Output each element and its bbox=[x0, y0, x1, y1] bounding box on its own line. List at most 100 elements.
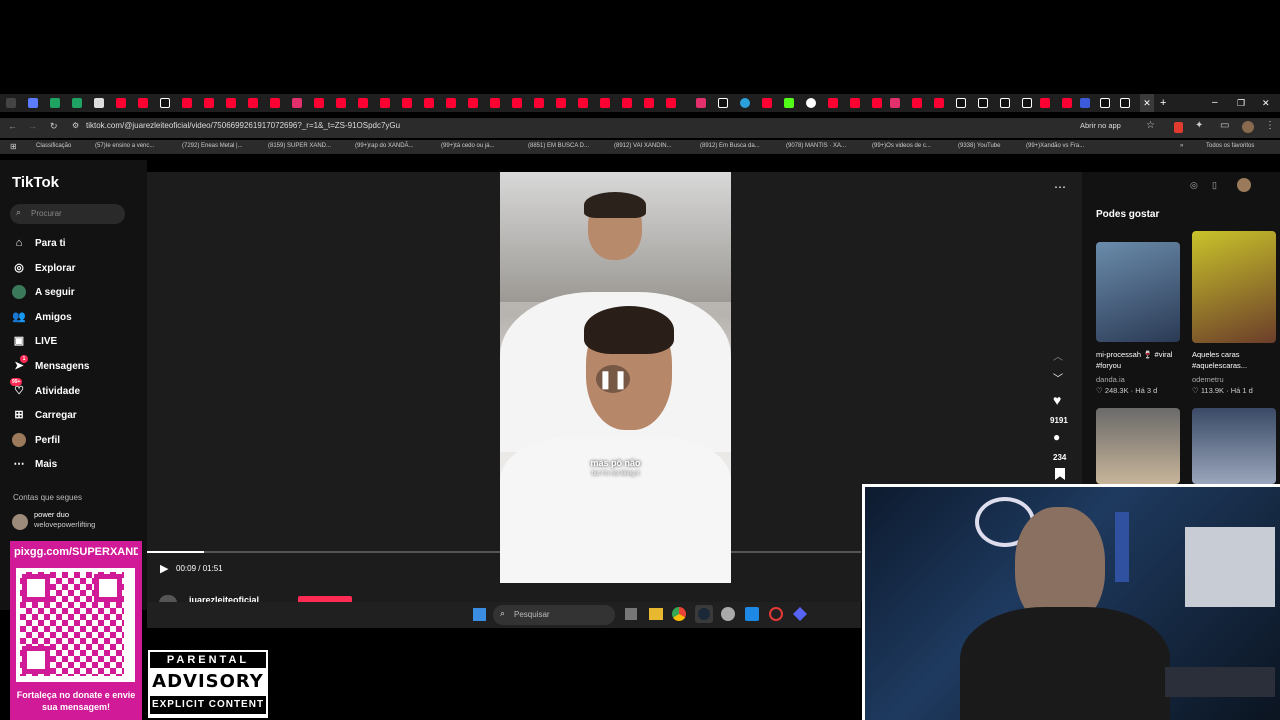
youtube-tab-icon[interactable] bbox=[204, 98, 214, 108]
bookmark-item[interactable]: (9078) MANTIS · XA... bbox=[786, 143, 846, 149]
nav-more[interactable]: ⋯ Mais bbox=[12, 457, 58, 471]
suggestion-author[interactable]: odemetru bbox=[1192, 375, 1224, 384]
comment-icon[interactable]: ● bbox=[1053, 430, 1060, 444]
youtube-tab-icon[interactable] bbox=[116, 98, 126, 108]
youtube-tab-icon[interactable] bbox=[622, 98, 632, 108]
youtube-tab-icon[interactable] bbox=[314, 98, 324, 108]
tab-favicon[interactable] bbox=[72, 98, 82, 108]
nav-live[interactable]: ▣ LIVE bbox=[12, 334, 57, 348]
obs-icon[interactable] bbox=[769, 607, 783, 621]
nav-upload[interactable]: ⊞ Carregar bbox=[12, 408, 76, 422]
phone-icon[interactable]: ▯ bbox=[1212, 180, 1217, 191]
google-tab-icon[interactable] bbox=[806, 98, 816, 108]
search-box[interactable]: ⌕ Procurar bbox=[10, 204, 125, 224]
tiktok-tab-icon[interactable] bbox=[718, 98, 728, 108]
windows-start-icon[interactable] bbox=[473, 608, 486, 621]
minimize-icon[interactable]: – bbox=[1212, 94, 1218, 112]
tiktok-tab-icon[interactable] bbox=[1120, 98, 1130, 108]
settings-gear-icon[interactable] bbox=[721, 607, 735, 621]
youtube-tab-icon[interactable] bbox=[762, 98, 772, 108]
bookmark-item[interactable]: (8912) VAI XANDIN... bbox=[614, 143, 672, 149]
youtube-tab-icon[interactable] bbox=[578, 98, 588, 108]
url-field[interactable]: tiktok.com/@juarezleiteoficial/video/750… bbox=[86, 121, 400, 130]
forward-icon[interactable]: → bbox=[28, 121, 37, 131]
bookmark-item[interactable]: (8851) EM BUSCA D... bbox=[528, 143, 589, 149]
suggestion-thumbnail[interactable] bbox=[1096, 408, 1180, 484]
suggestion-title[interactable]: Aqueles caras #aquelescaras... bbox=[1192, 349, 1276, 371]
youtube-tab-icon[interactable] bbox=[534, 98, 544, 108]
nav-for-you[interactable]: ⌂ Para ti bbox=[12, 236, 66, 250]
sidebar-icon[interactable]: ▭ bbox=[1220, 120, 1229, 131]
tab-favicon[interactable] bbox=[1080, 98, 1090, 108]
bookmark-item[interactable]: (99+)Os videos de c... bbox=[872, 143, 931, 149]
youtube-tab-icon[interactable] bbox=[644, 98, 654, 108]
user-avatar[interactable] bbox=[1237, 178, 1251, 192]
bookmark-item[interactable]: (99+)Xandão vs Fra... bbox=[1026, 143, 1084, 149]
compass-icon[interactable]: ◎ bbox=[1190, 180, 1198, 191]
like-heart-icon[interactable]: ♥ bbox=[1053, 392, 1061, 408]
youtube-tab-icon[interactable] bbox=[248, 98, 258, 108]
youtube-tab-icon[interactable] bbox=[934, 98, 944, 108]
suggestion-author[interactable]: danda.ia bbox=[1096, 375, 1125, 384]
menu-icon[interactable]: ⋮ bbox=[1265, 120, 1275, 131]
nav-following[interactable]: A seguir bbox=[12, 285, 75, 299]
youtube-tab-icon[interactable] bbox=[828, 98, 838, 108]
task-view-icon[interactable] bbox=[625, 608, 637, 620]
file-explorer-icon[interactable] bbox=[649, 608, 663, 620]
youtube-tab-icon[interactable] bbox=[468, 98, 478, 108]
nav-explore[interactable]: ◎ Explorar bbox=[12, 261, 75, 275]
tiktok-tab-icon[interactable] bbox=[978, 98, 988, 108]
chrome-icon[interactable] bbox=[672, 607, 686, 621]
restore-icon[interactable]: ❐ bbox=[1237, 94, 1245, 112]
youtube-tab-icon[interactable] bbox=[446, 98, 456, 108]
youtube-tab-icon[interactable] bbox=[270, 98, 280, 108]
bookmark-icon[interactable] bbox=[1055, 468, 1065, 480]
youtube-tab-icon[interactable] bbox=[226, 98, 236, 108]
previous-video-icon[interactable]: ︿ bbox=[1053, 348, 1063, 363]
steam-icon-active[interactable] bbox=[695, 605, 713, 623]
youtube-tab-icon[interactable] bbox=[912, 98, 922, 108]
tiktok-tab-icon[interactable] bbox=[956, 98, 966, 108]
youtube-tab-icon[interactable] bbox=[336, 98, 346, 108]
bookmark-item[interactable]: (99+)tá cedo ou já... bbox=[441, 143, 495, 149]
tab-favicon[interactable] bbox=[50, 98, 60, 108]
bookmark-star-icon[interactable]: ☆ bbox=[1146, 120, 1155, 131]
instagram-tab-icon[interactable] bbox=[890, 98, 900, 108]
youtube-tab-icon[interactable] bbox=[424, 98, 434, 108]
suggestion-thumbnail[interactable] bbox=[1192, 231, 1276, 343]
all-favorites-folder[interactable]: Todos os favoritos bbox=[1206, 143, 1254, 149]
youtube-tab-icon[interactable] bbox=[872, 98, 882, 108]
tab-favicon[interactable] bbox=[28, 98, 38, 108]
profile-avatar[interactable] bbox=[1242, 121, 1254, 133]
new-tab-icon[interactable]: + bbox=[1160, 94, 1166, 112]
app-icon[interactable] bbox=[793, 607, 807, 621]
youtube-tab-icon[interactable] bbox=[138, 98, 148, 108]
telegram-tab-icon[interactable] bbox=[740, 98, 750, 108]
taskbar-search[interactable]: ⌕ Pesquisar bbox=[493, 605, 615, 625]
youtube-tab-icon[interactable] bbox=[490, 98, 500, 108]
tab-favicon[interactable] bbox=[94, 98, 104, 108]
bookmark-item[interactable]: Classificação bbox=[36, 143, 71, 149]
youtube-tab-icon[interactable] bbox=[358, 98, 368, 108]
tiktok-tab-icon[interactable] bbox=[1022, 98, 1032, 108]
bookmarks-overflow-icon[interactable]: » bbox=[1180, 143, 1183, 149]
tiktok-tab-icon[interactable] bbox=[160, 98, 170, 108]
nav-messages[interactable]: ➤ 1 Mensagens bbox=[12, 355, 89, 373]
app-icon[interactable] bbox=[745, 607, 759, 621]
youtube-tab-icon[interactable] bbox=[402, 98, 412, 108]
youtube-tab-icon[interactable] bbox=[380, 98, 390, 108]
instagram-tab-icon[interactable] bbox=[292, 98, 302, 108]
youtube-tab-icon[interactable] bbox=[1040, 98, 1050, 108]
youtube-tab-icon[interactable] bbox=[512, 98, 522, 108]
bookmark-item[interactable]: (8912) Em Busca da... bbox=[700, 143, 760, 149]
instagram-tab-icon[interactable] bbox=[696, 98, 706, 108]
tiktok-logo[interactable]: TikTok bbox=[12, 174, 59, 191]
youtube-tab-icon[interactable] bbox=[556, 98, 566, 108]
window-close-icon[interactable]: ✕ bbox=[1262, 94, 1270, 112]
suggestion-title[interactable]: mi-processah 🍷 #viral #foryou bbox=[1096, 349, 1180, 371]
suggestion-thumbnail[interactable] bbox=[1096, 242, 1180, 342]
tab-search-icon[interactable] bbox=[6, 98, 16, 108]
extension-icon[interactable] bbox=[1174, 122, 1183, 133]
site-info-icon[interactable]: ⚙ bbox=[72, 121, 79, 130]
bookmark-item[interactable]: (99+)rap do XANDÃ... bbox=[355, 143, 414, 149]
